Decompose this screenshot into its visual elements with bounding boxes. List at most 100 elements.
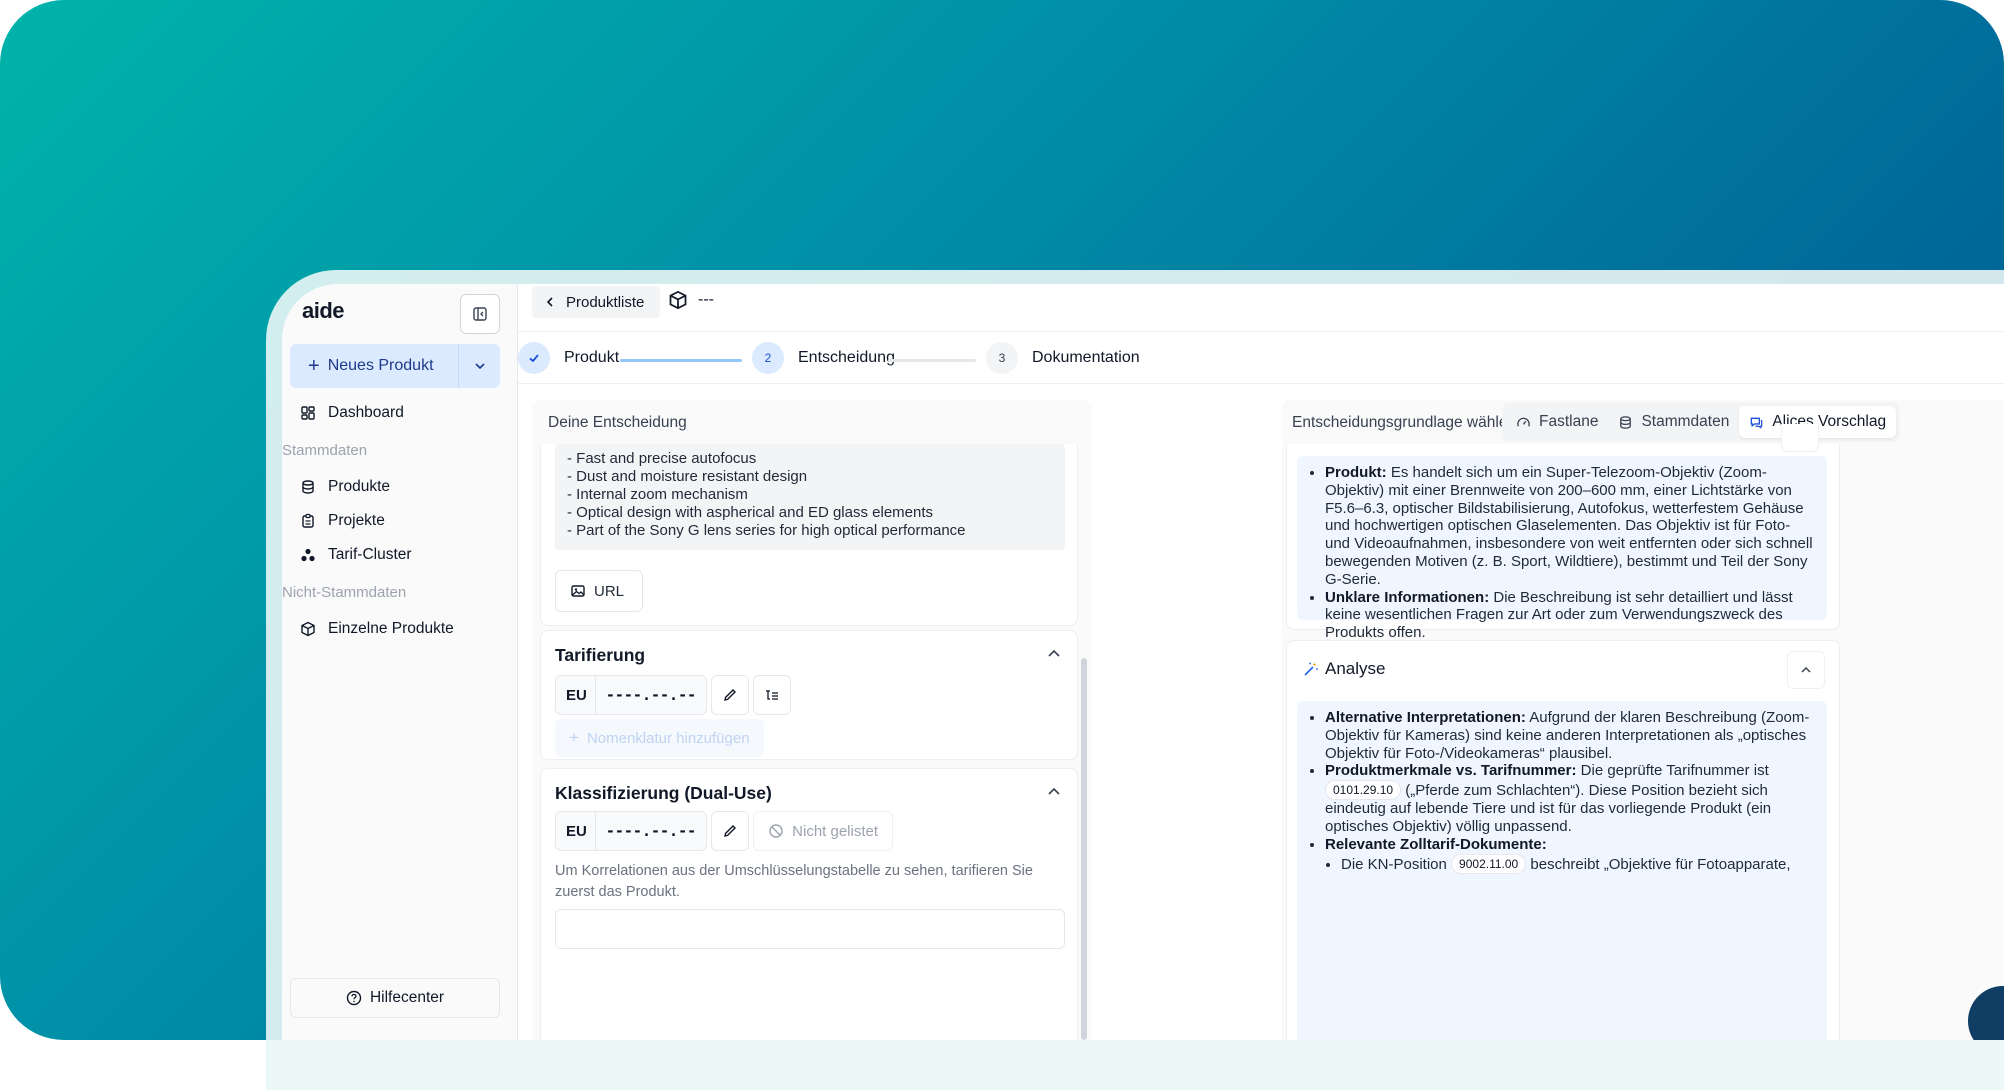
scrollbar-thumb[interactable] xyxy=(1081,658,1087,1040)
package-icon xyxy=(669,290,687,310)
correlation-hint: Um Korrelationen aus der Umschlüsselungs… xyxy=(555,863,1033,900)
dual-use-card: Klassifizierung (Dual-Use) EU ----.--.--… xyxy=(540,768,1078,1040)
description-line: - Internal zoom mechanism xyxy=(567,486,748,503)
tarif-card: Tarifierung EU ----.--.-- + Nomenklatur … xyxy=(540,630,1078,760)
sidebar-item-label: Tarif-Cluster xyxy=(328,546,412,563)
image-icon xyxy=(571,585,585,597)
add-nomenclature-button[interactable]: + Nomenklatur hinzufügen xyxy=(555,719,764,757)
collapse-sidebar-button[interactable] xyxy=(460,294,500,334)
region-label: EU xyxy=(556,812,596,850)
app-window: aide + Neues Produkt Dashboard Stammdate… xyxy=(282,284,2004,1040)
scrollbar[interactable] xyxy=(1080,448,1088,1040)
new-product-button[interactable]: + Neues Produkt xyxy=(290,344,500,388)
check-icon xyxy=(518,342,550,374)
step-connector xyxy=(888,359,976,362)
edit-dual-use-button[interactable] xyxy=(711,811,750,851)
back-label: Produktliste xyxy=(566,293,645,311)
product-description: - Fast and precise autofocus - Dust and … xyxy=(555,444,1065,550)
analysis-alternatives: Alternative Interpretationen: Aufgrund d… xyxy=(1325,709,1815,762)
url-button[interactable]: URL xyxy=(555,570,644,612)
chevron-up-icon xyxy=(1801,666,1811,673)
summary-product: Produkt: Es handelt sich um ein Super-Te… xyxy=(1325,464,1815,589)
description-line: - Optical design with aspherical and ED … xyxy=(567,504,934,521)
summary-box: Produkt: Es handelt sich um ein Super-Te… xyxy=(1297,456,1827,641)
sidebar-item-projekte[interactable]: Projekte xyxy=(300,512,385,530)
step-dokumentation[interactable]: 3 Dokumentation xyxy=(986,342,1140,374)
basis-panel: Entscheidungsgrundlage wählen Fastlane S… xyxy=(1282,400,2004,1040)
sidebar-section-master: Stammdaten xyxy=(282,442,368,459)
step-produkt[interactable]: Produkt xyxy=(518,342,619,374)
decision-title: Deine Entscheidung xyxy=(548,414,687,431)
back-to-product-list-button[interactable]: Produktliste xyxy=(532,286,661,318)
database-icon xyxy=(1620,415,1632,429)
tab-label: Stammdaten xyxy=(1641,413,1730,430)
dual-use-code-row: EU ----.--.-- Nicht gelistet xyxy=(555,811,894,851)
analysis-kn-position: Die KN-Position 9002.11.00 beschreibt „O… xyxy=(1341,853,1815,874)
sidebar-item-einzelne-produkte[interactable]: Einzelne Produkte xyxy=(300,620,454,638)
breadcrumb: --- xyxy=(668,290,714,310)
step-entscheidung[interactable]: 2 Entscheidung xyxy=(752,342,895,374)
basis-title: Entscheidungsgrundlage wählen xyxy=(1292,414,1517,431)
tarif-code-value: ----.--.-- xyxy=(605,686,697,704)
app-logo: aide xyxy=(302,298,345,323)
sidebar-item-produkte[interactable]: Produkte xyxy=(300,478,390,496)
step-label: Dokumentation xyxy=(1032,349,1140,366)
tarif-code-pill[interactable]: 0101.29.10 xyxy=(1325,780,1402,801)
chevron-left-icon xyxy=(546,297,553,307)
collapse-analysis-button[interactable] xyxy=(1787,651,1825,689)
description-card: - Fast and precise autofocus - Dust and … xyxy=(540,444,1078,626)
analysis-box: Alternative Interpretationen: Aufgrund d… xyxy=(1297,701,1827,1040)
summary-card: Produkt: Es handelt sich um ein Super-Te… xyxy=(1286,424,1840,641)
tab-stammdaten[interactable]: Stammdaten xyxy=(1608,406,1739,438)
step-number: 3 xyxy=(986,342,1018,374)
kn-code-pill[interactable]: 9002.11.00 xyxy=(1451,853,1527,874)
not-listed-label: Nicht gelistet xyxy=(792,822,879,840)
edit-tarif-button[interactable] xyxy=(711,675,750,715)
step-label: Produkt xyxy=(564,349,620,366)
split-divider xyxy=(458,344,459,388)
ban-icon xyxy=(769,824,783,838)
sidebar-item-label: Dashboard xyxy=(328,404,404,421)
analysis-documents: Relevante Zolltarif-Dokumente: Die KN-Po… xyxy=(1325,836,1815,874)
sidebar-toggle-icon xyxy=(473,307,487,321)
stepper: Produkt 2 Entscheidung 3 Dokumentation xyxy=(518,332,2004,384)
sidebar-section-non-master: Nicht-Stammdaten xyxy=(282,584,407,601)
help-center-button[interactable]: Hilfecenter xyxy=(290,978,500,1018)
sidebar-item-label: Einzelne Produkte xyxy=(328,620,454,637)
chevron-down-icon[interactable] xyxy=(470,356,490,376)
step-label: Entscheidung xyxy=(798,349,895,366)
collapse-summary-button[interactable] xyxy=(1781,424,1819,452)
tab-fastlane[interactable]: Fastlane xyxy=(1506,406,1608,438)
top-bar: Produktliste --- xyxy=(518,284,2004,332)
plus-icon: + xyxy=(308,354,320,377)
chevron-up-icon[interactable] xyxy=(1045,783,1063,801)
tarif-tree-button[interactable] xyxy=(753,675,792,715)
package-icon xyxy=(301,621,315,637)
add-nomenclature-label: Nomenklatur hinzufügen xyxy=(586,729,750,747)
dual-use-heading: Klassifizierung (Dual-Use) xyxy=(555,783,772,803)
help-center-label: Hilfecenter xyxy=(369,989,445,1006)
step-connector xyxy=(620,359,742,362)
tarif-code-field[interactable]: EU ----.--.-- xyxy=(555,675,708,715)
magic-wand-icon xyxy=(1304,662,1318,676)
sidebar-item-dashboard[interactable]: Dashboard xyxy=(300,404,404,422)
new-product-label: Neues Produkt xyxy=(327,357,434,374)
cluster-icon xyxy=(301,548,315,562)
chevron-up-icon[interactable] xyxy=(1045,645,1063,663)
help-circle-icon xyxy=(346,990,362,1006)
dual-use-code-value: ----.--.-- xyxy=(605,822,697,840)
sidebar-item-label: Projekte xyxy=(328,512,385,529)
sidebar-item-tarif-cluster[interactable]: Tarif-Cluster xyxy=(300,546,412,564)
tab-label: Fastlane xyxy=(1539,413,1599,430)
description-line: - Fast and precise autofocus xyxy=(567,450,757,467)
dual-use-code-field[interactable]: EU ----.--.-- xyxy=(555,811,708,851)
classify-button[interactable] xyxy=(555,909,1065,949)
tarif-code-row: EU ----.--.-- xyxy=(555,675,792,715)
url-label: URL xyxy=(594,582,625,600)
step-number: 2 xyxy=(752,342,784,374)
description-line: - Part of the Sony G lens series for hig… xyxy=(567,522,966,539)
pencil-icon xyxy=(724,825,737,837)
not-listed-button[interactable]: Nicht gelistet xyxy=(753,811,894,851)
product-name: --- xyxy=(698,291,714,308)
tarif-heading: Tarifierung xyxy=(555,645,646,665)
